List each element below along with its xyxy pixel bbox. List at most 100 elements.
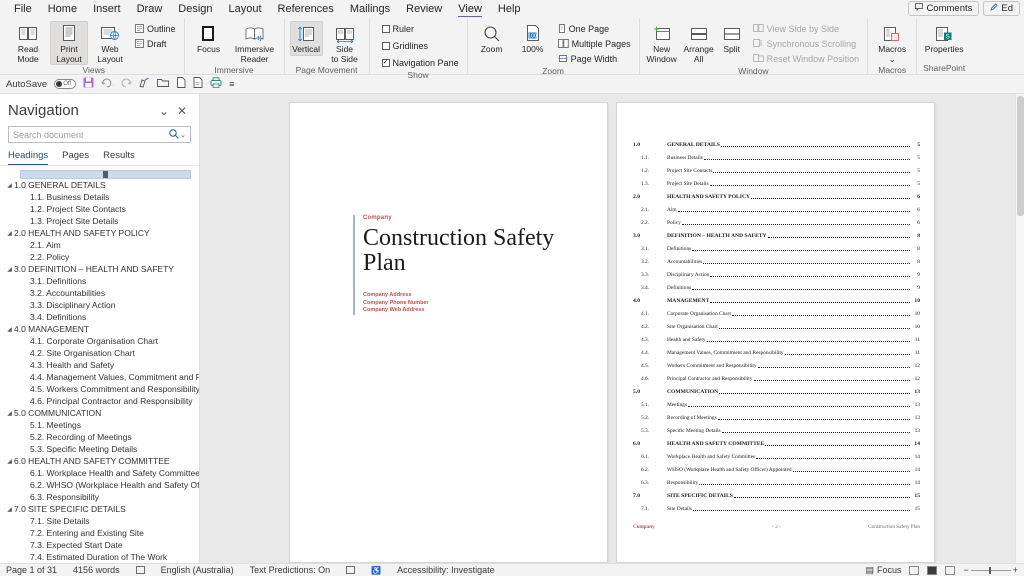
web-layout-view-icon[interactable] [945, 565, 956, 575]
toc-entry[interactable]: 7.1. Site Details 15 [633, 499, 920, 512]
tab-mailings[interactable]: Mailings [342, 0, 398, 18]
heading-item[interactable]: 5.1. Meetings [0, 419, 199, 431]
side-to-side-button[interactable]: Side to Side [326, 21, 364, 65]
editing-button[interactable]: Ed [983, 1, 1020, 16]
heading-item[interactable]: 7.1. Site Details [0, 515, 199, 527]
heading-item[interactable]: 7.2. Entering and Existing Site [0, 527, 199, 539]
accessibility-status[interactable]: Accessibility: Investigate [397, 565, 495, 575]
print-preview-icon[interactable] [193, 77, 203, 91]
heading-item[interactable]: 6.1. Workplace Health and Safety Committ… [0, 467, 199, 479]
heading-item[interactable]: ◢ 4.0 MANAGEMENT [0, 323, 199, 335]
expand-triangle-icon[interactable]: ◢ [5, 458, 14, 465]
toc-entry[interactable]: 5.2. Recording of Meetings 13 [633, 408, 920, 421]
toc-entry[interactable]: 2.1. Aim 6 [633, 200, 920, 213]
toc-entry[interactable]: 2.2. Policy 6 [633, 213, 920, 226]
nav-tab-pages[interactable]: Pages [62, 150, 89, 165]
document-page-toc[interactable]: 1.0 GENERAL DETAILS 5 1.1. Business Details 5… [617, 103, 934, 562]
toc-entry[interactable]: 6.0 HEALTH AND SAFETY COMMITTEE 14 [633, 434, 920, 447]
heading-item[interactable]: 4.1. Corporate Organisation Chart [0, 335, 199, 347]
toc-entry[interactable]: 6.3. Responsibility 14 [633, 473, 920, 486]
tab-review[interactable]: Review [398, 0, 450, 18]
zoom-handle[interactable] [988, 566, 991, 574]
macros-dropdown-icon[interactable]: ⌄ [889, 54, 896, 65]
tab-references[interactable]: References [270, 0, 342, 18]
multiple-pages-button[interactable]: Multiple Pages [555, 37, 634, 51]
expand-triangle-icon[interactable]: ◢ [5, 182, 14, 189]
heading-item[interactable]: 1.2. Project Site Contacts [0, 203, 199, 215]
heading-item[interactable]: 5.2. Recording of Meetings [0, 431, 199, 443]
properties-button[interactable]: S Properties [922, 21, 966, 56]
heading-item[interactable]: ◢ 7.0 SITE SPECIFIC DETAILS [0, 503, 199, 515]
toc-entry[interactable]: 4.4. Management Values, Commitment and Re… [633, 343, 920, 356]
language-indicator[interactable]: English (Australia) [161, 565, 234, 575]
page-count[interactable]: Page 1 of 31 [6, 565, 57, 575]
toc-entry[interactable]: 5.0 COMMUNICATION 13 [633, 382, 920, 395]
view-side-by-side-button[interactable]: View Side by Side [750, 22, 863, 36]
toc-entry[interactable]: 2.0 HEALTH AND SAFETY POLICY 6 [633, 187, 920, 200]
nav-tab-headings[interactable]: Headings [8, 150, 49, 165]
heading-item[interactable]: 4.6. Principal Contractor and Responsibi… [0, 395, 199, 407]
zoom-slider[interactable]: − + [963, 565, 1018, 575]
tab-home[interactable]: Home [40, 0, 85, 18]
toc-entry[interactable]: 6.2. WHSO (Workplace Health and Safety Of… [633, 460, 920, 473]
toc-entry[interactable]: 3.0 DEFINITION – HEALTH AND SAFETY 8 [633, 226, 920, 239]
print-layout-button[interactable]: Print Layout [50, 21, 88, 65]
ruler-checkbox[interactable]: Ruler [379, 22, 462, 36]
toc-entry[interactable]: 4.3. Health and Safety 11 [633, 330, 920, 343]
toc-entry[interactable]: 4.2. Site Organisation Chart 10 [633, 317, 920, 330]
heading-item[interactable]: 2.2. Policy [0, 251, 199, 263]
display-settings-icon[interactable] [346, 566, 356, 574]
zoom-track[interactable] [970, 566, 1011, 574]
vertical-button[interactable]: Vertical [289, 21, 323, 56]
read-mode-view-icon[interactable] [909, 565, 920, 575]
comments-button[interactable]: Comments [908, 1, 980, 16]
toc-entry[interactable]: 1.0 GENERAL DETAILS 5 [633, 135, 920, 148]
toc-entry[interactable]: 4.5. Workers Commitment and Responsibilit… [633, 356, 920, 369]
word-count[interactable]: 4156 words [73, 565, 120, 575]
toc-entry[interactable]: 1.1. Business Details 5 [633, 148, 920, 161]
expand-triangle-icon[interactable]: ◢ [5, 230, 14, 237]
close-icon[interactable]: ✕ [173, 104, 191, 118]
tab-insert[interactable]: Insert [85, 0, 129, 18]
immersive-reader-button[interactable]: Immersive Reader [231, 21, 279, 65]
tab-help[interactable]: Help [490, 0, 529, 18]
save-icon[interactable] [83, 77, 94, 91]
selected-heading-row[interactable] [20, 170, 191, 179]
tab-view[interactable]: View [450, 0, 490, 18]
heading-item[interactable]: ◢ 3.0 DEFINITION – HEALTH AND SAFETY [0, 263, 199, 275]
reset-window-position-button[interactable]: Reset Window Position [750, 52, 863, 66]
focus-mode-button[interactable]: ▤ Focus [865, 565, 901, 576]
heading-item[interactable]: 4.2. Site Organisation Chart [0, 347, 199, 359]
gridlines-checkbox[interactable]: Gridlines [379, 39, 462, 53]
arrange-all-button[interactable]: Arrange All [682, 21, 716, 65]
text-predictions-status[interactable]: Text Predictions: On [250, 565, 331, 575]
zoom-100-button[interactable]: 100 100% [514, 21, 552, 56]
expand-triangle-icon[interactable]: ◢ [5, 266, 14, 273]
heading-item[interactable]: ◢ 5.0 COMMUNICATION [0, 407, 199, 419]
zoom-out-button[interactable]: − [963, 565, 968, 575]
print-icon[interactable] [210, 77, 222, 91]
search-dropdown-icon[interactable]: ⌄ [180, 131, 186, 139]
macros-button[interactable]: Macros ⌄ [873, 21, 911, 65]
heading-item[interactable]: 6.3. Responsibility [0, 491, 199, 503]
tab-design[interactable]: Design [170, 0, 220, 18]
toc-entry[interactable]: 1.3. Project Site Details 5 [633, 174, 920, 187]
toc-entry[interactable]: 1.2. Project Site Contacts 5 [633, 161, 920, 174]
read-mode-button[interactable]: Read Mode [9, 21, 47, 65]
search-icon[interactable] [169, 128, 179, 141]
vertical-scrollbar[interactable] [1015, 94, 1024, 563]
toc-entry[interactable]: 4.1. Corporate Organisation Chart 10 [633, 304, 920, 317]
toc-entry[interactable]: 5.3. Specific Meeting Details 13 [633, 421, 920, 434]
toc-entry[interactable]: 4.0 MANAGEMENT 10 [633, 291, 920, 304]
open-icon[interactable] [157, 78, 170, 91]
toc-entry[interactable]: 3.1. Definitions 8 [633, 239, 920, 252]
heading-item[interactable]: 4.3. Health and Safety [0, 359, 199, 371]
expand-triangle-icon[interactable]: ◢ [5, 326, 14, 333]
focus-button[interactable]: Focus [190, 21, 228, 56]
synchronous-scrolling-button[interactable]: Synchronous Scrolling [750, 37, 863, 51]
new-doc-icon[interactable] [176, 77, 186, 91]
zoom-button[interactable]: Zoom [473, 21, 511, 56]
expand-triangle-icon[interactable]: ◢ [5, 506, 14, 513]
tab-draw[interactable]: Draw [129, 0, 171, 18]
expand-triangle-icon[interactable]: ◢ [5, 410, 14, 417]
